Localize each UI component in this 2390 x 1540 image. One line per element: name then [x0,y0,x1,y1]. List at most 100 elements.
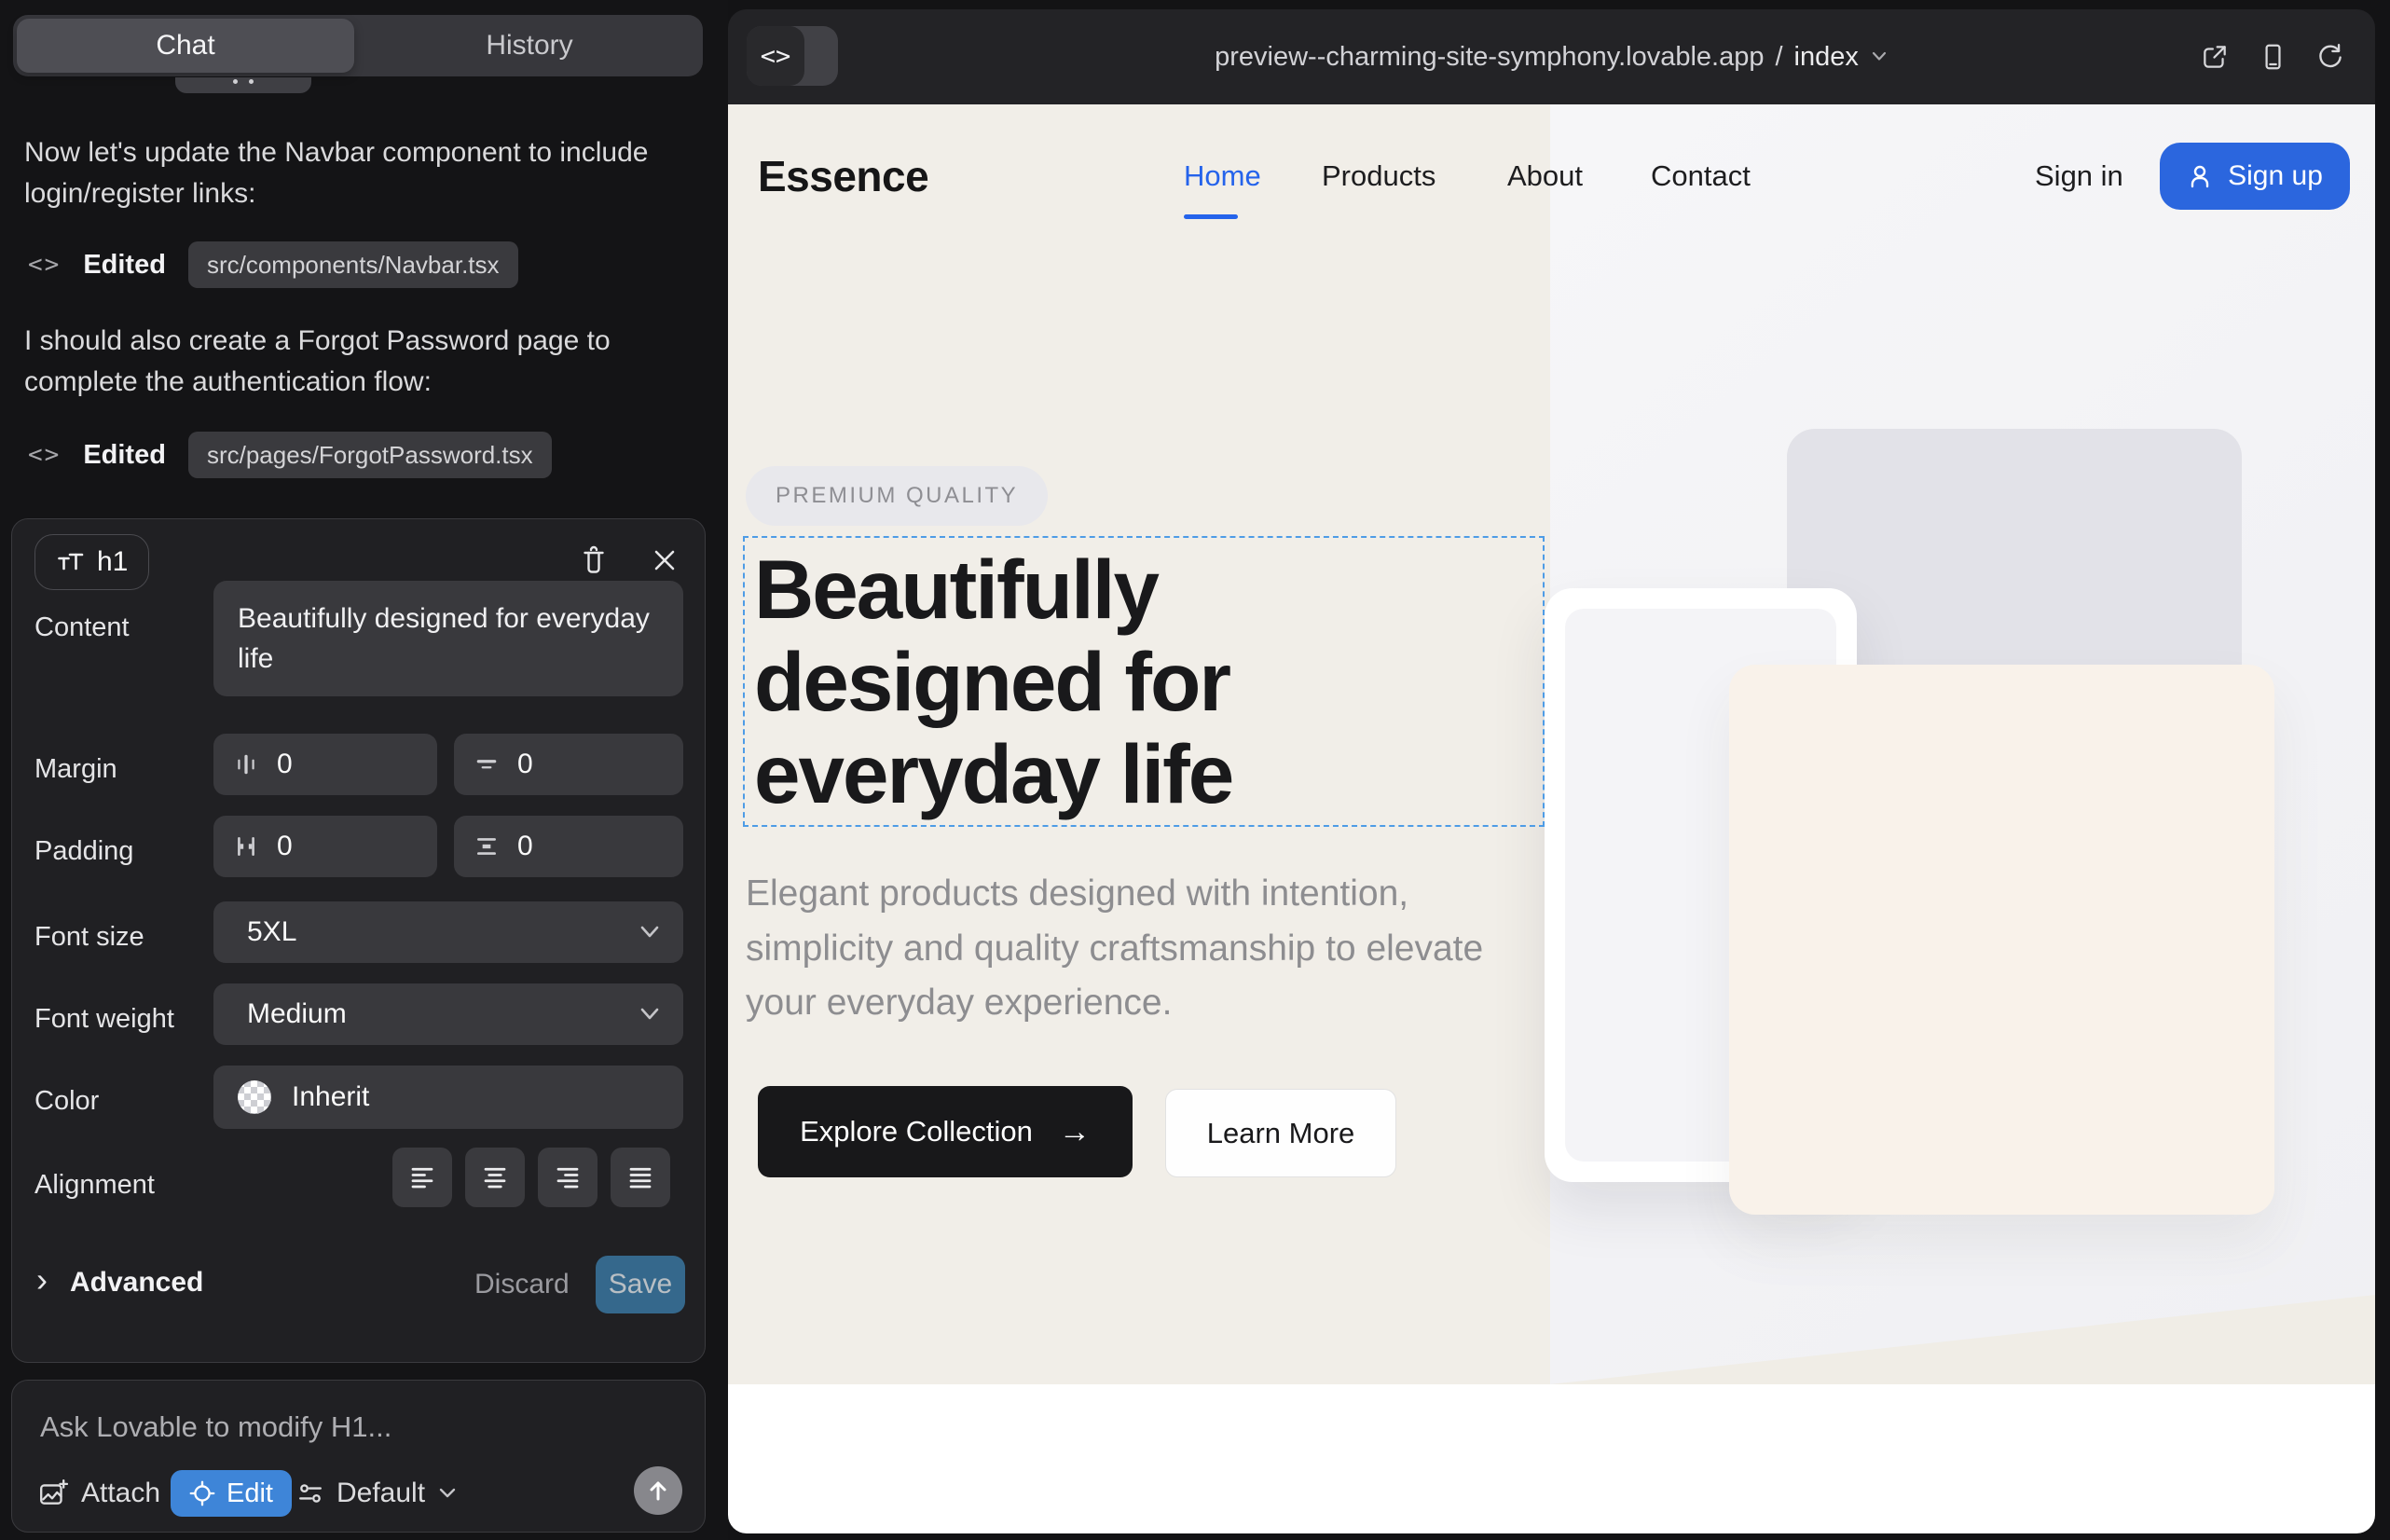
code-icon: <> [28,441,61,469]
hero-description: Elegant products designed with intention… [746,867,1505,1031]
align-center-button[interactable] [465,1148,525,1207]
discard-button[interactable]: Discard [474,1269,570,1300]
type-icon [56,551,84,573]
preview-browser: <> preview--charming-site-symphony.lovab… [728,9,2375,1533]
tab-history[interactable]: History [356,15,703,76]
padding-y-value: 0 [517,831,533,862]
arrow-up-icon [646,1478,670,1503]
save-button[interactable]: Save [596,1256,685,1313]
send-button[interactable] [634,1466,682,1515]
screen: Chat History Now let's update the Navbar… [0,0,2390,1540]
chevron-down-icon [639,1007,661,1022]
content-label: Content [34,612,130,643]
align-right-button[interactable] [538,1148,598,1207]
open-external-button[interactable] [2194,36,2235,77]
hero-heading[interactable]: Beautifully designed for everyday life [754,543,1472,819]
composer-input[interactable]: Ask Lovable to modify H1... [40,1410,391,1444]
decorative-card-cream [1729,665,2274,1215]
chat-message: Now let's update the Navbar component to… [24,132,672,214]
margin-y-value: 0 [517,749,533,780]
align-left-button[interactable] [392,1148,452,1207]
learn-more-button[interactable]: Learn More [1165,1089,1396,1177]
margin-y-input[interactable]: 0 [454,734,683,795]
model-default-button[interactable]: Default [297,1470,457,1517]
default-label: Default [337,1478,425,1509]
content-input[interactable]: Beautifully designed for everyday life [213,581,683,696]
color-swatch-icon [238,1080,271,1114]
tab-history-label: History [486,30,572,62]
edit-mode-button[interactable]: Edit [171,1470,292,1517]
edited-label: Edited [83,250,166,281]
sliders-icon [297,1480,323,1506]
explore-collection-button[interactable]: Explore Collection → [758,1086,1133,1177]
refresh-button[interactable] [2310,36,2351,77]
site-viewport: Essence Home Products About Contact Sign… [728,104,2375,1533]
margin-vertical-icon [474,752,499,777]
padding-x-input[interactable]: 0 [213,816,437,877]
align-justify-button[interactable] [611,1148,670,1207]
nav-link-contact[interactable]: Contact [1651,159,1751,193]
padding-horizontal-icon [234,834,258,859]
margin-label: Margin [34,754,117,785]
font-weight-select[interactable]: Medium [213,983,683,1045]
font-size-select[interactable]: 5XL [213,901,683,963]
align-justify-icon [626,1163,654,1191]
nav-link-home[interactable]: Home [1184,159,1261,193]
code-icon: <> [28,251,61,279]
nav-link-products[interactable]: Products [1322,159,1435,193]
margin-x-input[interactable]: 0 [213,734,437,795]
explore-collection-label: Explore Collection [800,1115,1033,1148]
edited-file-row: <> Edited src/components/Navbar.tsx [28,241,518,289]
color-select[interactable]: Inherit [213,1066,683,1129]
premium-quality-badge: PREMIUM QUALITY [746,466,1048,526]
chrome-actions [2194,9,2351,104]
close-inspector-button[interactable] [644,540,685,581]
padding-y-input[interactable]: 0 [454,816,683,877]
mobile-view-button[interactable] [2252,36,2293,77]
left-panel: Chat History Now let's update the Navbar… [0,0,728,1540]
browser-chrome: <> preview--charming-site-symphony.lovab… [728,9,2375,104]
chat-message: I should also create a Forgot Password p… [24,321,672,403]
tab-chat[interactable]: Chat [17,19,354,73]
sign-in-link[interactable]: Sign in [2035,159,2123,193]
selected-element-tag: h1 [34,534,149,590]
font-size-label: Font size [34,922,144,953]
edit-label: Edit [227,1478,273,1509]
font-weight-label: Font weight [34,1004,174,1035]
margin-horizontal-icon [234,752,258,777]
color-label: Color [34,1086,99,1117]
file-badge[interactable]: src/pages/ForgotPassword.tsx [188,432,552,478]
composer: Ask Lovable to modify H1... Attach [11,1380,706,1533]
attach-label: Attach [81,1478,160,1509]
attach-button[interactable]: Attach [38,1470,160,1517]
url-bar[interactable]: preview--charming-site-symphony.lovable.… [728,9,2375,104]
align-center-icon [481,1163,509,1191]
edited-label: Edited [83,440,166,471]
sign-up-label: Sign up [2228,160,2323,192]
mobile-device-icon [2258,42,2287,72]
padding-label: Padding [34,836,133,867]
color-value: Inherit [292,1081,369,1113]
hero-section: Essence Home Products About Contact Sign… [728,104,2375,1384]
delete-element-button[interactable] [573,540,614,581]
chevron-down-icon [438,1487,457,1500]
element-selection-outline: Beautifully designed for everyday life [743,536,1545,827]
padding-vertical-icon [474,834,499,859]
nav-link-about[interactable]: About [1507,159,1583,193]
tag-label: h1 [97,546,128,578]
url-path: index [1794,42,1859,73]
site-logo[interactable]: Essence [758,151,928,201]
arrow-right-icon: → [1059,1116,1091,1148]
align-right-icon [554,1163,582,1191]
padding-x-value: 0 [277,831,293,862]
user-icon [2187,162,2215,190]
element-inspector-panel: h1 Content Beautif [11,518,706,1363]
learn-more-label: Learn More [1207,1117,1355,1150]
file-badge[interactable]: src/components/Navbar.tsx [188,241,518,288]
chat-history-tabbar: Chat History [13,15,703,76]
align-left-icon [408,1163,436,1191]
site-navbar: Essence Home Products About Contact Sign… [728,104,2375,248]
chevron-right-icon: › [36,1263,48,1297]
sign-up-button[interactable]: Sign up [2160,143,2350,210]
advanced-toggle[interactable]: Advanced [70,1267,203,1299]
